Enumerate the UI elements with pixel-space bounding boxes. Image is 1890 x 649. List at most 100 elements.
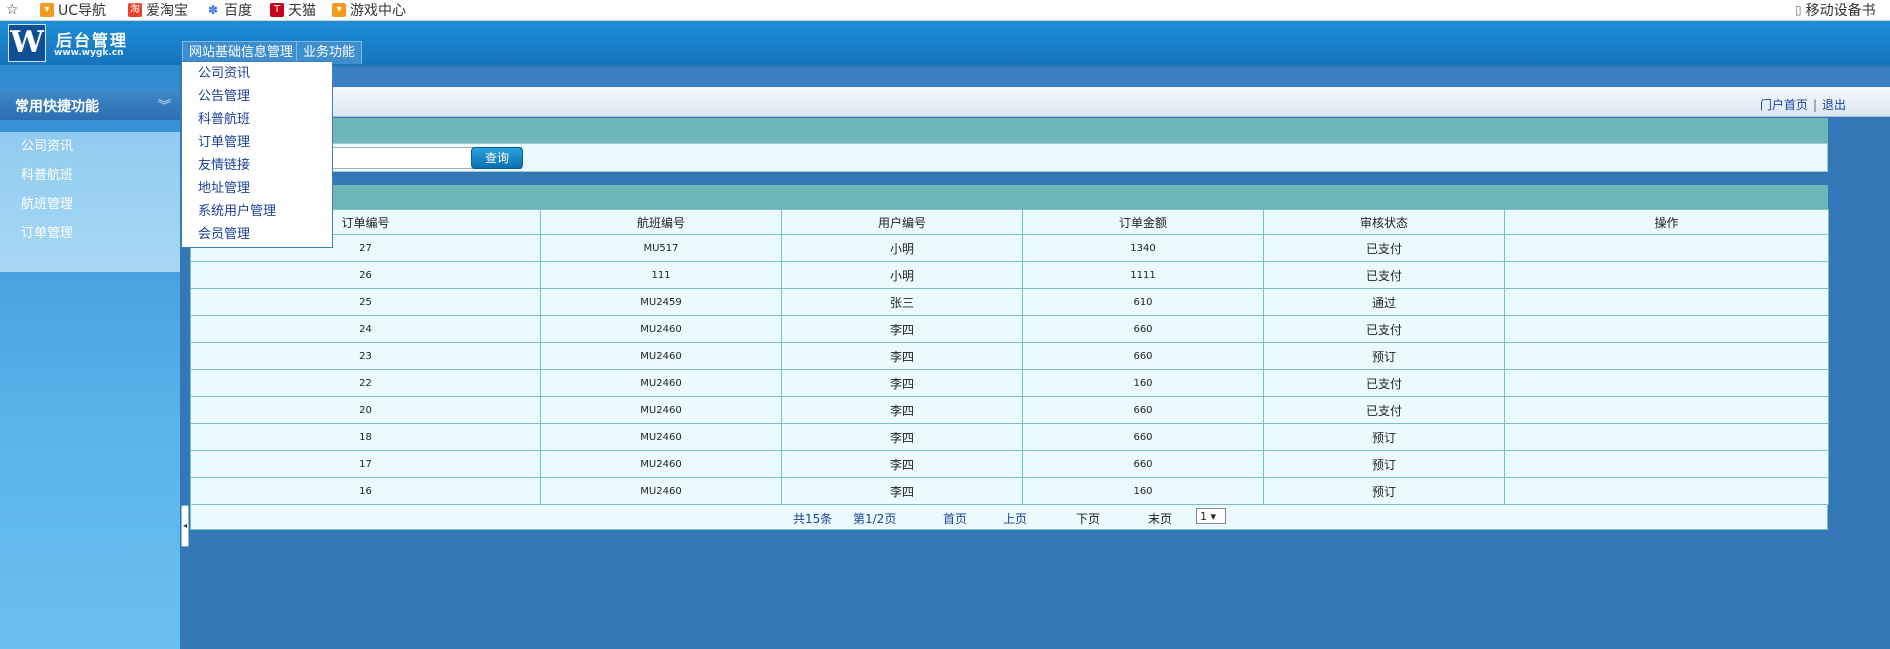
cell-order-id: 23 xyxy=(190,342,541,370)
cell-order-id: 18 xyxy=(190,423,541,451)
sidebar-collapse-handle[interactable]: ◂ xyxy=(181,505,189,547)
cell-actions[interactable] xyxy=(1504,288,1829,316)
bookmark-tmall[interactable]: T 天猫 xyxy=(270,1,316,19)
cell-order-id: 20 xyxy=(190,396,541,424)
cell-order-amount: 160 xyxy=(1022,477,1264,505)
cell-user-id: 李四 xyxy=(781,342,1023,370)
cell-actions[interactable] xyxy=(1504,477,1829,505)
menu-item-orders[interactable]: 订单管理 xyxy=(182,131,332,154)
mobile-device-link[interactable]: ▯ 移动设备书 xyxy=(1795,1,1876,19)
pager-page-info: 第1/2页 xyxy=(853,512,897,526)
table-row: 16 MU2460 李四 160 预订 xyxy=(190,477,1829,505)
cell-order-id: 16 xyxy=(190,477,541,505)
cell-flight-id: MU2460 xyxy=(540,450,782,478)
cell-order-amount: 660 xyxy=(1022,315,1264,343)
cell-actions[interactable] xyxy=(1504,342,1829,370)
cell-order-amount: 160 xyxy=(1022,369,1264,397)
game-icon: ▾ xyxy=(332,3,346,17)
pager-total: 共15条 xyxy=(793,512,833,526)
chevron-down-icon[interactable]: ︾ xyxy=(158,95,171,114)
menu-item-addresses[interactable]: 地址管理 xyxy=(182,177,332,200)
menu-item-members[interactable]: 会员管理 xyxy=(182,223,332,246)
table-row: 23 MU2460 李四 660 预订 xyxy=(190,342,1829,370)
cell-review-status: 通过 xyxy=(1263,288,1505,316)
cell-actions[interactable] xyxy=(1504,450,1829,478)
table-row: 24 MU2460 李四 660 已支付 xyxy=(190,315,1829,343)
pager-next[interactable]: 下页 xyxy=(1076,510,1100,527)
cell-flight-id: MU2460 xyxy=(540,369,782,397)
pager-first[interactable]: 首页 xyxy=(943,510,967,527)
tmall-icon: T xyxy=(270,3,284,17)
portal-home-link[interactable]: 门户首页 xyxy=(1760,98,1808,112)
content-header: 门户首页 | 退出 xyxy=(181,87,1890,117)
logout-link[interactable]: 退出 xyxy=(1822,98,1846,112)
query-button[interactable]: 查询 xyxy=(471,147,523,169)
col-flight-id: 航班编号 xyxy=(540,209,782,235)
sidebar-item-order-management[interactable]: 订单管理 xyxy=(0,219,180,248)
cell-actions[interactable] xyxy=(1504,423,1829,451)
cell-order-amount: 1340 xyxy=(1022,234,1264,262)
uc-icon: ▾ xyxy=(40,3,54,17)
menu-item-company-news[interactable]: 公司资讯 xyxy=(182,62,332,85)
bookmark-baidu[interactable]: ✽ 百度 xyxy=(206,1,252,19)
taobao-icon: 淘 xyxy=(128,3,142,17)
table-row: 18 MU2460 李四 660 预订 xyxy=(190,423,1829,451)
bookmark-bar: ☆ ▾ UC导航 淘 爱淘宝 ✽ 百度 T 天猫 ▾ 游戏中心 ▯ 移动设备书 xyxy=(0,0,1890,21)
bookmark-game[interactable]: ▾ 游戏中心 xyxy=(332,1,406,19)
sidebar-item-flight-management[interactable]: 航班管理 xyxy=(0,190,180,219)
cell-flight-id: MU2460 xyxy=(540,477,782,505)
sidebar-item-company-news[interactable]: 公司资讯 xyxy=(0,132,180,161)
bookmark-uc[interactable]: ▾ UC导航 xyxy=(40,1,106,19)
sidebar-title: 常用快捷功能 xyxy=(15,99,99,115)
pagination: 共15条 第1/2页 首页 上页 下页 末页 1 ▾ xyxy=(190,505,1828,530)
cell-user-id: 李四 xyxy=(781,396,1023,424)
cell-order-amount: 660 xyxy=(1022,396,1264,424)
table-row: 22 MU2460 李四 160 已支付 xyxy=(190,369,1829,397)
menu-item-friend-links[interactable]: 友情链接 xyxy=(182,154,332,177)
pager-last[interactable]: 末页 xyxy=(1148,510,1172,527)
cell-user-id: 小明 xyxy=(781,234,1023,262)
cell-actions[interactable] xyxy=(1504,369,1829,397)
order-table: 订单编号 航班编号 用户编号 订单金额 审核状态 操作 27 MU517 小明 134… xyxy=(190,209,1829,505)
sidebar-header[interactable]: 常用快捷功能 ︾ xyxy=(0,90,180,120)
cell-actions[interactable] xyxy=(1504,396,1829,424)
cell-flight-id: MU2460 xyxy=(540,315,782,343)
cell-actions[interactable] xyxy=(1504,234,1829,262)
cell-review-status: 已支付 xyxy=(1263,369,1505,397)
menu-item-notices[interactable]: 公告管理 xyxy=(182,85,332,108)
menu-item-science-flights[interactable]: 科普航班 xyxy=(182,108,332,131)
table-row: 25 MU2459 张三 610 通过 xyxy=(190,288,1829,316)
cell-order-id: 25 xyxy=(190,288,541,316)
col-user-id: 用户编号 xyxy=(781,209,1023,235)
top-links: 门户首页 | 退出 xyxy=(1759,98,1846,112)
bookmark-taobao[interactable]: 淘 爱淘宝 xyxy=(128,1,188,19)
cell-user-id: 李四 xyxy=(781,423,1023,451)
order-list-panel: 订单编号 航班编号 用户编号 订单金额 审核状态 操作 27 MU517 小明 134… xyxy=(190,185,1829,530)
mobile-icon: ▯ xyxy=(1795,3,1802,17)
page-select[interactable]: 1 ▾ xyxy=(1196,508,1226,524)
cell-flight-id: MU2460 xyxy=(540,342,782,370)
cell-order-id: 17 xyxy=(190,450,541,478)
search-panel: 查询 xyxy=(190,118,1828,172)
logo-icon: W xyxy=(8,24,46,62)
col-order-amount: 订单金额 xyxy=(1022,209,1264,235)
cell-review-status: 预订 xyxy=(1263,423,1505,451)
cell-flight-id: MU2459 xyxy=(540,288,782,316)
cell-flight-id: MU2460 xyxy=(540,396,782,424)
cell-actions[interactable] xyxy=(1504,261,1829,289)
sidebar-item-science-flights[interactable]: 科普航班 xyxy=(0,161,180,190)
sidebar: 常用快捷功能 ︾ 公司资讯 科普航班 航班管理 订单管理 xyxy=(0,65,180,649)
cell-user-id: 李四 xyxy=(781,450,1023,478)
star-icon[interactable]: ☆ xyxy=(6,1,19,19)
col-review-status: 审核状态 xyxy=(1263,209,1505,235)
cell-order-id: 26 xyxy=(190,261,541,289)
content-top-strip xyxy=(181,67,1890,86)
app-header: W 后台管理 www.wygk.cn 网站基础信息管理 业务功能 xyxy=(0,21,1890,65)
menu-item-system-users[interactable]: 系统用户管理 xyxy=(182,200,332,223)
cell-actions[interactable] xyxy=(1504,315,1829,343)
cell-order-id: 24 xyxy=(190,315,541,343)
cell-review-status: 已支付 xyxy=(1263,315,1505,343)
cell-review-status: 预订 xyxy=(1263,450,1505,478)
pager-prev[interactable]: 上页 xyxy=(1003,510,1027,527)
search-panel-body: 查询 xyxy=(190,143,1828,172)
